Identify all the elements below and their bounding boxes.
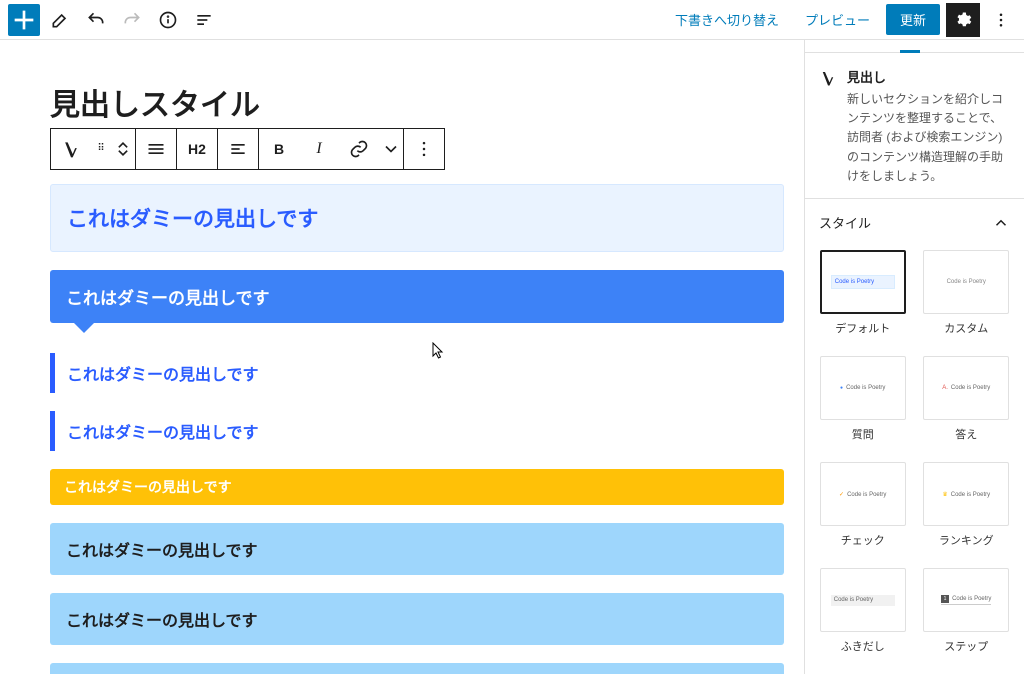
style-preview: Code is Poetry xyxy=(923,568,1009,632)
undo-button[interactable] xyxy=(80,4,112,36)
style-label: ふきだし xyxy=(841,638,885,654)
switch-to-draft-button[interactable]: 下書きへ切り替え xyxy=(665,4,789,35)
app-root: 下書きへ切り替え プレビュー 更新 見出しスタイル ⠿ xyxy=(0,0,1024,674)
text-align-button[interactable] xyxy=(218,129,258,169)
align-button[interactable] xyxy=(136,129,176,169)
style-label: チェック xyxy=(841,532,885,548)
heading-block-blue3[interactable]: これはダミーの見出しです xyxy=(50,663,784,674)
settings-sidebar: 見出し 新しいセクションを紹介しコンテンツを整理することで、訪問者 (および検索… xyxy=(804,40,1024,674)
drag-handle-icon[interactable]: ⠿ xyxy=(91,129,111,169)
style-label: ステップ xyxy=(944,638,988,654)
add-block-button[interactable] xyxy=(8,4,40,36)
heading-block-blue2[interactable]: これはダミーの見出しです xyxy=(50,593,784,645)
style-option-ranking[interactable]: Code is Poetry ランキング xyxy=(923,462,1011,548)
style-option-speech[interactable]: Code is Poetry ふきだし xyxy=(819,568,907,654)
style-label: ランキング xyxy=(939,532,994,548)
heading-block-icon xyxy=(819,69,837,87)
block-card: 見出し 新しいセクションを紹介しコンテンツを整理することで、訪問者 (および検索… xyxy=(805,53,1024,199)
style-panel-toggle[interactable]: スタイル xyxy=(805,199,1024,246)
chevron-up-icon xyxy=(992,214,1010,232)
active-tab-indicator xyxy=(900,50,920,53)
update-button[interactable]: 更新 xyxy=(886,4,940,35)
main-area: 見出しスタイル ⠿ H2 xyxy=(0,40,1024,674)
bold-button[interactable]: B xyxy=(259,129,299,169)
heading-level-button[interactable]: H2 xyxy=(177,129,217,169)
info-button[interactable] xyxy=(152,4,184,36)
style-option-step[interactable]: Code is Poetry ステップ xyxy=(923,568,1011,654)
block-toolbar: ⠿ H2 xyxy=(50,128,445,170)
style-option-answer[interactable]: Code is Poetry 答え xyxy=(923,356,1011,442)
topbar-left xyxy=(0,4,220,36)
more-options-button[interactable] xyxy=(986,3,1016,37)
redo-button[interactable] xyxy=(116,4,148,36)
page-title[interactable]: 見出しスタイル xyxy=(50,80,784,124)
style-panel-title: スタイル xyxy=(819,213,871,232)
style-option-question[interactable]: Code is Poetry 質問 xyxy=(819,356,907,442)
outline-button[interactable] xyxy=(188,4,220,36)
heading-block-speech[interactable]: これはダミーの見出しです xyxy=(50,270,784,323)
style-preview: Code is Poetry xyxy=(820,462,906,526)
heading-block-blue1[interactable]: これはダミーの見出しです xyxy=(50,523,784,575)
style-preview: Code is Poetry xyxy=(923,250,1009,314)
sidebar-tabs[interactable] xyxy=(805,40,1024,53)
style-label: 質問 xyxy=(852,426,874,442)
block-type-icon[interactable] xyxy=(51,129,91,169)
link-button[interactable] xyxy=(339,129,379,169)
heading-block-border1[interactable]: これはダミーの見出しです xyxy=(50,353,784,393)
style-grid: Code is Poetry デフォルト Code is Poetry カスタム… xyxy=(805,246,1024,674)
style-label: カスタム xyxy=(944,320,988,336)
italic-button[interactable]: I xyxy=(299,129,339,169)
style-option-check[interactable]: Code is Poetry チェック xyxy=(819,462,907,548)
style-preview: Code is Poetry xyxy=(923,462,1009,526)
style-option-default[interactable]: Code is Poetry デフォルト xyxy=(819,250,907,336)
heading-block-default[interactable]: これはダミーの見出しです xyxy=(50,184,784,252)
editor-canvas[interactable]: 見出しスタイル ⠿ H2 xyxy=(0,40,804,674)
block-description: 新しいセクションを紹介しコンテンツを整理することで、訪問者 (および検索エンジン… xyxy=(847,90,1010,186)
edit-mode-button[interactable] xyxy=(44,4,76,36)
style-preview: Code is Poetry xyxy=(820,250,906,314)
style-preview: Code is Poetry xyxy=(820,356,906,420)
preview-button[interactable]: プレビュー xyxy=(795,4,880,35)
style-preview: Code is Poetry xyxy=(923,356,1009,420)
style-label: 答え xyxy=(955,426,977,442)
more-rich-text-button[interactable] xyxy=(379,129,403,169)
style-preview: Code is Poetry xyxy=(820,568,906,632)
settings-button[interactable] xyxy=(946,3,980,37)
heading-block-border2[interactable]: これはダミーの見出しです xyxy=(50,411,784,451)
editor-topbar: 下書きへ切り替え プレビュー 更新 xyxy=(0,0,1024,40)
move-buttons[interactable] xyxy=(111,129,135,169)
topbar-right: 下書きへ切り替え プレビュー 更新 xyxy=(665,3,1016,37)
block-more-button[interactable] xyxy=(404,129,444,169)
heading-block-yellow[interactable]: これはダミーの見出しです xyxy=(50,469,784,505)
block-name: 見出し xyxy=(847,67,1010,86)
style-label: デフォルト xyxy=(835,320,890,336)
style-option-custom[interactable]: Code is Poetry カスタム xyxy=(923,250,1011,336)
